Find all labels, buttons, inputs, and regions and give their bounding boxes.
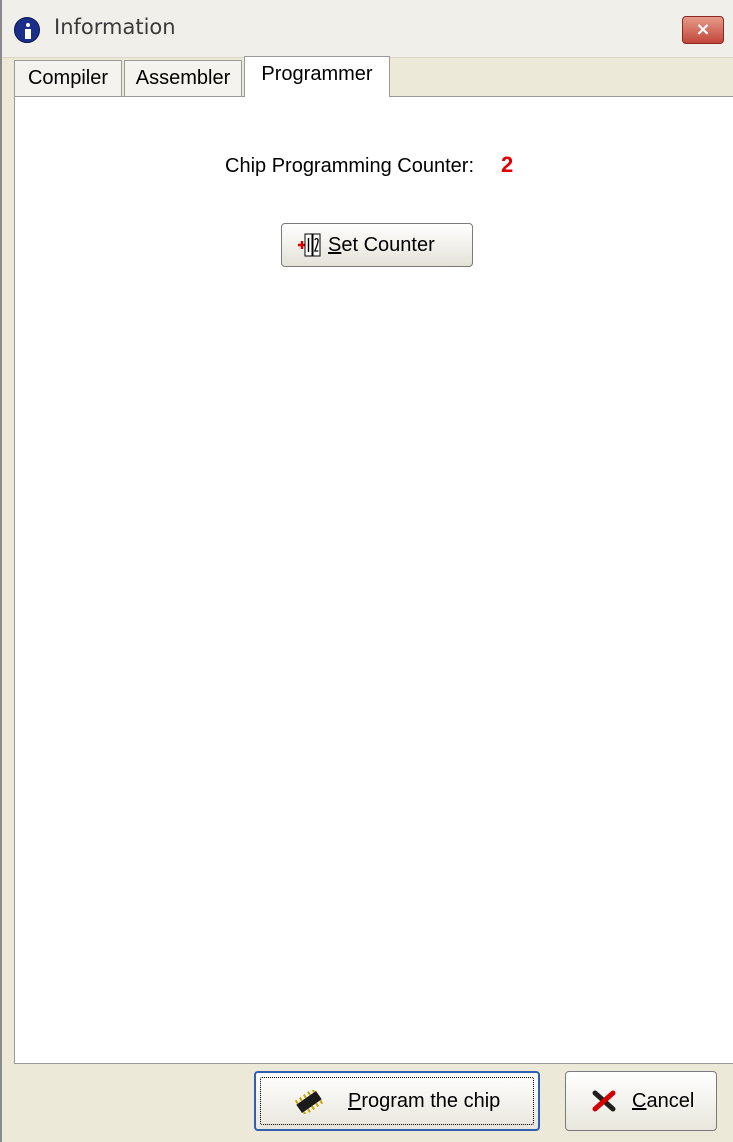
program-chip-button[interactable]: Program the chip (254, 1071, 540, 1131)
set-counter-button[interactable]: Set Counter (281, 223, 473, 267)
counter-label: Chip Programming Counter: (225, 155, 474, 177)
tab-strip: Compiler Assembler Programmer (14, 56, 733, 97)
x-icon (592, 1090, 616, 1112)
cancel-button[interactable]: Cancel (565, 1071, 717, 1131)
counter-value: 2 (501, 152, 514, 177)
information-dialog: Information × Compiler Assembler Program… (0, 0, 733, 1142)
title-bar[interactable]: Information × (2, 0, 733, 58)
close-icon: × (695, 19, 711, 40)
close-button[interactable]: × (682, 16, 724, 44)
add-counter-icon (298, 233, 321, 257)
cancel-label: Cancel (632, 1090, 695, 1112)
set-counter-label: Set Counter (328, 234, 435, 256)
window-title: Information (54, 15, 176, 39)
tab-programmer[interactable]: Programmer (244, 56, 390, 97)
programmer-panel: Chip Programming Counter: 2 Set Counter (14, 96, 733, 1064)
info-icon (14, 17, 40, 43)
program-chip-label: Program the chip (348, 1090, 501, 1112)
chip-icon (294, 1090, 324, 1114)
tab-compiler[interactable]: Compiler (14, 60, 122, 96)
tab-assembler[interactable]: Assembler (124, 60, 242, 96)
